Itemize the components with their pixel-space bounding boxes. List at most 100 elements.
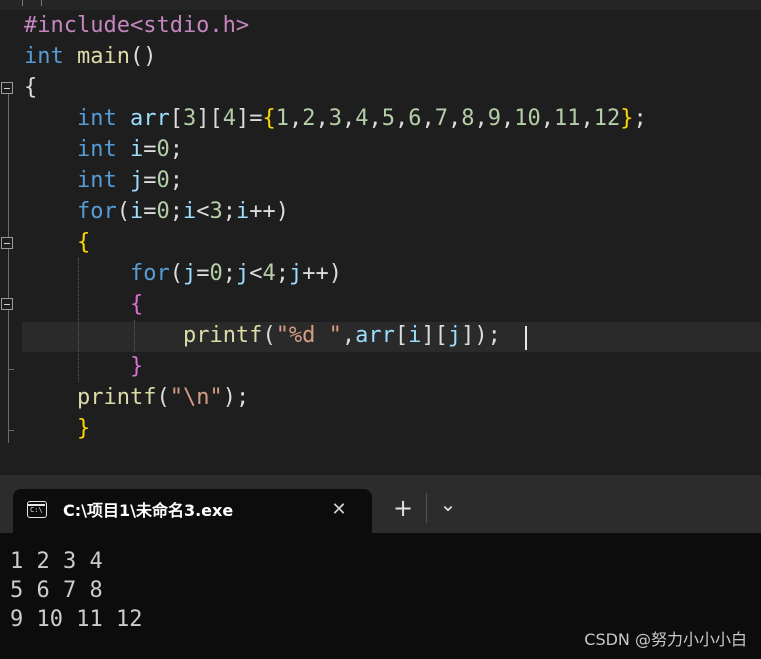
code-token: 0 bbox=[156, 199, 170, 224]
code-token: i bbox=[408, 323, 422, 348]
code-token: , bbox=[474, 106, 488, 131]
code-editor[interactable]: #include<stdio.h> int main() { int arr[3… bbox=[0, 0, 761, 475]
code-token: , bbox=[421, 106, 435, 131]
fold-marker bbox=[22, 0, 42, 6]
code-line-10[interactable]: { bbox=[24, 290, 143, 320]
code-token: ][ bbox=[196, 106, 223, 131]
code-token: j bbox=[288, 261, 303, 286]
code-line-8[interactable]: { bbox=[24, 228, 90, 258]
code-token: [ bbox=[394, 323, 409, 348]
code-token: = bbox=[143, 168, 157, 193]
code-token: 3 bbox=[328, 106, 342, 131]
code-token: 3 bbox=[182, 106, 197, 131]
tab-bar-divider bbox=[426, 493, 427, 523]
code-token: () bbox=[129, 44, 157, 69]
code-token: ; bbox=[169, 137, 183, 162]
code-token: , bbox=[341, 106, 356, 131]
output-line-2: 5 6 7 8 bbox=[10, 578, 103, 603]
code-token: < bbox=[249, 261, 263, 286]
code-token: ; bbox=[222, 199, 236, 224]
code-line-3[interactable]: { bbox=[24, 73, 37, 103]
code-token: 1 bbox=[275, 106, 289, 131]
code-token: ; bbox=[169, 199, 183, 224]
watermark: CSDN @努力小小小白 bbox=[584, 630, 747, 649]
chevron-down-icon[interactable]: ⌄ bbox=[436, 493, 460, 519]
code-token: printf bbox=[182, 323, 263, 348]
fold-toggle-outer-loop[interactable] bbox=[1, 237, 13, 249]
code-token: , bbox=[341, 323, 356, 348]
code-token: = bbox=[196, 261, 210, 286]
code-token: main bbox=[77, 44, 130, 69]
code-token: j bbox=[182, 261, 197, 286]
terminal-window[interactable]: C:\ C:\项目1\未命名3.exe ✕ + ⌄ 1 2 3 4 5 6 7 … bbox=[0, 475, 761, 659]
code-token: < bbox=[196, 199, 210, 224]
output-line-3: 9 10 11 12 bbox=[10, 607, 143, 632]
code-line-9[interactable]: for(j=0;j<4;j++) bbox=[24, 259, 342, 289]
code-token: ; bbox=[222, 261, 236, 286]
code-token: ; bbox=[275, 261, 289, 286]
code-token: , bbox=[288, 106, 303, 131]
code-token: ( bbox=[156, 385, 170, 410]
code-token: j bbox=[129, 168, 144, 193]
code-line-2[interactable]: int main() bbox=[24, 42, 156, 72]
fold-toggle-main[interactable] bbox=[1, 82, 13, 94]
code-token: ++) bbox=[302, 261, 342, 286]
code-token: int bbox=[76, 106, 117, 131]
code-line-4[interactable]: int arr[3][4]={1,2,3,4,5,6,7,8,9,10,11,1… bbox=[24, 104, 647, 134]
code-token: 0 bbox=[209, 261, 223, 286]
code-token: 0 bbox=[156, 137, 170, 162]
code-token: 10 bbox=[514, 106, 541, 131]
code-line-13[interactable]: printf("\n"); bbox=[24, 383, 249, 413]
editor-top-strip bbox=[0, 0, 761, 10]
code-token: 5 bbox=[381, 106, 395, 131]
code-token: arr bbox=[129, 106, 170, 131]
new-tab-button[interactable]: + bbox=[390, 495, 416, 521]
code-line-6[interactable]: int j=0; bbox=[24, 166, 183, 196]
code-token: , bbox=[315, 106, 329, 131]
code-token: j bbox=[235, 261, 250, 286]
code-token: arr bbox=[355, 323, 395, 348]
code-line-7[interactable]: for(i=0;i<3;i++) bbox=[24, 197, 289, 227]
code-token: } bbox=[129, 354, 144, 379]
code-token: ][ bbox=[421, 323, 448, 348]
code-line-14[interactable]: } bbox=[24, 414, 90, 444]
code-token: , bbox=[580, 106, 594, 131]
code-line-5[interactable]: int i=0; bbox=[24, 135, 183, 165]
code-token: 4 bbox=[355, 106, 369, 131]
close-icon[interactable]: ✕ bbox=[328, 499, 350, 521]
code-token: , bbox=[394, 106, 409, 131]
code-token: #include<stdio.h> bbox=[24, 13, 250, 38]
code-token: for bbox=[129, 261, 170, 286]
terminal-tab[interactable]: C:\ C:\项目1\未命名3.exe ✕ bbox=[13, 489, 372, 533]
fold-end-tick bbox=[8, 430, 14, 431]
code-token: { bbox=[262, 106, 276, 131]
code-token: , bbox=[447, 106, 462, 131]
code-token: int bbox=[76, 168, 117, 193]
code-token: [ bbox=[169, 106, 183, 131]
code-token: ; bbox=[169, 168, 183, 193]
code-line-11[interactable]: printf("%d ",arr[i][j]); bbox=[24, 321, 501, 351]
code-token: i bbox=[182, 199, 197, 224]
fold-toggle-inner-loop[interactable] bbox=[1, 298, 13, 310]
code-token: for bbox=[76, 199, 117, 224]
code-token: ( bbox=[262, 323, 276, 348]
code-line-1[interactable]: #include<stdio.h> bbox=[24, 11, 249, 41]
code-line-12[interactable]: } bbox=[24, 352, 143, 382]
code-token: 12 bbox=[593, 106, 621, 131]
code-token: 2 bbox=[302, 106, 316, 131]
terminal-tab-bar: C:\ C:\项目1\未命名3.exe ✕ + ⌄ bbox=[0, 475, 761, 533]
code-token: { bbox=[129, 292, 144, 317]
code-token: 11 bbox=[553, 106, 581, 131]
code-token: j bbox=[447, 323, 462, 348]
code-token: ; bbox=[633, 106, 647, 131]
